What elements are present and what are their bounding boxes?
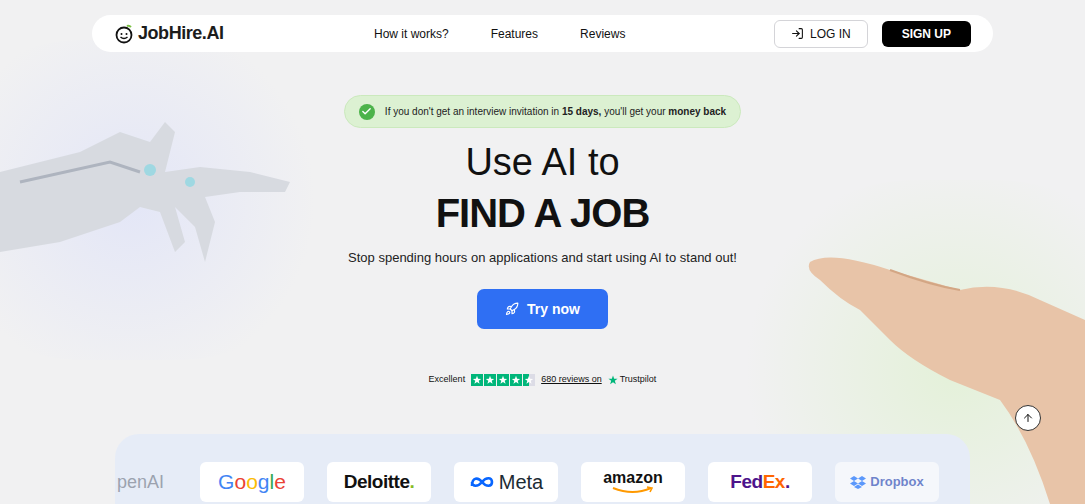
hero-title: Use AI to [465,140,619,184]
star-icon [497,374,509,386]
robot-hand-illustration [0,112,295,262]
hero: If you don't get an interview invitation… [0,52,1085,387]
star-icon [523,374,535,386]
logo-openai: penAI [117,462,177,502]
trustpilot-star-icon [608,375,618,385]
amazon-smile-icon [609,486,657,494]
star-icon [510,374,522,386]
star-icon [484,374,496,386]
signup-button[interactable]: SIGN UP [882,21,971,47]
company-logo-card: FedEx. [708,462,812,502]
company-logo-card: Deloitte. [327,462,431,502]
company-logo-card: Dropbox [835,462,939,502]
smiley-logo-icon [114,24,134,44]
nav-link[interactable]: How it works? [374,25,449,43]
meta-infinity-icon [469,474,495,490]
landing-page: JobHire.AI How it works? Features Reviews LO… [0,0,1085,504]
trustpilot-stars [471,374,535,386]
try-now-button[interactable]: Try now [477,289,608,329]
reviews-link[interactable]: 680 reviews on [541,373,602,387]
star-icon [471,374,483,386]
company-logos-strip: penAI Google Deloitte. Meta amazon FedEx. Drop… [115,434,970,504]
nav-link[interactable]: Features [491,25,538,43]
check-icon [359,104,375,120]
login-icon [791,27,804,40]
nav-links: How it works? Features Reviews [374,25,625,43]
brand-logo[interactable]: JobHire.AI [114,20,354,47]
nav-link[interactable]: Reviews [580,25,625,43]
trustpilot-rating: Excellent680 reviews onTrustpilot [429,373,657,387]
rocket-icon [505,302,519,316]
top-nav: JobHire.AI How it works? Features Reviews LO… [92,15,993,52]
company-logo-card: amazon [581,462,685,502]
hero-title-strong: FIND A JOB [436,190,650,236]
scroll-top-button[interactable] [1015,405,1041,431]
hero-subtitle: Stop spending hours on applications and … [348,249,737,267]
guarantee-banner: If you don't get an interview invitation… [344,95,741,128]
arrow-up-icon [1022,412,1034,424]
company-logo-card: Meta [454,462,558,502]
company-logo-card: Google [200,462,304,502]
dropbox-icon [850,475,866,489]
login-button[interactable]: LOG IN [774,20,868,48]
